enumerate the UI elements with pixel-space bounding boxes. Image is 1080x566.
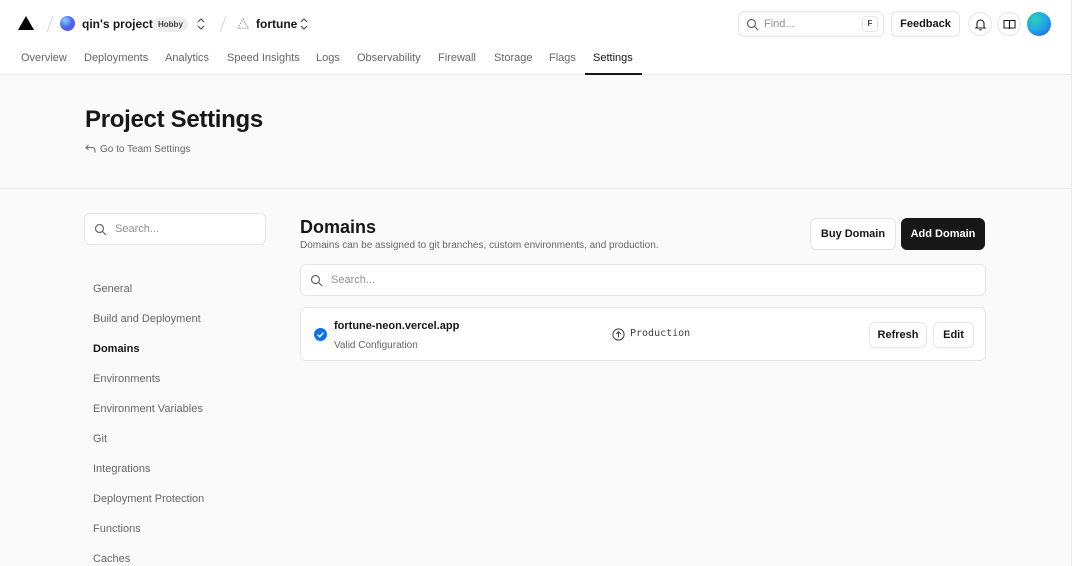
tab-flags[interactable]: Flags — [549, 52, 576, 64]
refresh-button[interactable]: Refresh — [869, 322, 927, 348]
page-header: Project Settings Go to Team Settings — [0, 75, 1071, 189]
feedback-button[interactable]: Feedback — [891, 11, 960, 37]
breadcrumb-separator-icon — [219, 15, 227, 33]
team-settings-link[interactable]: Go to Team Settings — [85, 144, 190, 155]
find-placeholder: Find... — [764, 18, 795, 30]
sidebar-item-functions[interactable]: Functions — [93, 523, 141, 535]
chevron-updown-icon[interactable] — [196, 17, 206, 31]
notifications-button[interactable] — [968, 12, 992, 36]
domain-status: Valid Configuration — [334, 340, 418, 351]
add-domain-button[interactable]: Add Domain — [901, 218, 985, 250]
sidebar-item-git[interactable]: Git — [93, 433, 107, 445]
chevron-updown-icon[interactable] — [299, 17, 309, 31]
team-settings-link-label: Go to Team Settings — [100, 144, 191, 155]
bell-icon — [974, 19, 987, 31]
edit-button[interactable]: Edit — [933, 322, 974, 348]
project-triangle-icon — [237, 18, 249, 29]
tab-analytics[interactable]: Analytics — [165, 52, 209, 64]
search-icon — [94, 223, 107, 236]
tab-firewall[interactable]: Firewall — [438, 52, 476, 64]
page-title: Project Settings — [85, 106, 263, 133]
tab-settings[interactable]: Settings — [593, 52, 633, 64]
settings-search-placeholder: Search... — [115, 223, 160, 235]
tab-observability[interactable]: Observability — [357, 52, 421, 64]
project-tabs: Overview Deployments Analytics Speed Ins… — [0, 48, 1071, 75]
domain-environment: Production — [630, 328, 691, 339]
sidebar-item-domains[interactable]: Domains — [93, 343, 139, 355]
plan-badge: Hobby — [153, 17, 188, 32]
book-icon — [1003, 19, 1016, 30]
domain-name-link[interactable]: fortune-neon.vercel.app — [334, 320, 459, 332]
find-input[interactable]: Find... F — [738, 11, 884, 37]
check-circle-icon — [314, 328, 327, 341]
search-icon — [746, 18, 759, 31]
tab-speed-insights[interactable]: Speed Insights — [227, 52, 300, 64]
domain-search-input[interactable]: Search... — [300, 264, 986, 296]
team-name[interactable]: qin's projects — [82, 17, 160, 31]
window-edge — [1071, 0, 1080, 566]
breadcrumb-separator-icon — [46, 15, 54, 33]
arrow-up-circle-icon — [612, 328, 625, 341]
domains-subtitle: Domains can be assigned to git branches,… — [300, 240, 659, 251]
project-name[interactable]: fortune — [256, 17, 297, 31]
search-icon — [310, 274, 323, 287]
tab-storage[interactable]: Storage — [494, 52, 533, 64]
return-arrow-icon — [85, 144, 96, 153]
sidebar-item-caches[interactable]: Caches — [93, 553, 130, 565]
user-avatar[interactable] — [1027, 12, 1051, 36]
settings-search-input[interactable]: Search... — [84, 213, 266, 245]
tab-deployments[interactable]: Deployments — [84, 52, 148, 64]
sidebar-item-integrations[interactable]: Integrations — [93, 463, 150, 475]
buy-domain-button[interactable]: Buy Domain — [810, 218, 896, 250]
sidebar-item-deployment-protection[interactable]: Deployment Protection — [93, 493, 204, 505]
tab-overview[interactable]: Overview — [21, 52, 67, 64]
domain-row: fortune-neon.vercel.app Valid Configurat… — [300, 307, 986, 361]
find-shortcut-key: F — [862, 16, 878, 32]
docs-button[interactable] — [997, 12, 1021, 36]
tab-logs[interactable]: Logs — [316, 52, 340, 64]
top-navigation-bar: qin's projects Hobby fortune Find... F F… — [0, 0, 1071, 48]
vercel-logo-icon[interactable] — [18, 16, 34, 30]
sidebar-item-build-and-deployment[interactable]: Build and Deployment — [93, 313, 201, 325]
sidebar-item-general[interactable]: General — [93, 283, 132, 295]
team-avatar[interactable] — [60, 16, 75, 31]
settings-main: Search... General Build and Deployment D… — [0, 190, 1071, 566]
sidebar-item-environment-variables[interactable]: Environment Variables — [93, 403, 203, 415]
domains-title: Domains — [300, 217, 377, 237]
domain-search-placeholder: Search... — [331, 274, 376, 286]
sidebar-item-environments[interactable]: Environments — [93, 373, 160, 385]
